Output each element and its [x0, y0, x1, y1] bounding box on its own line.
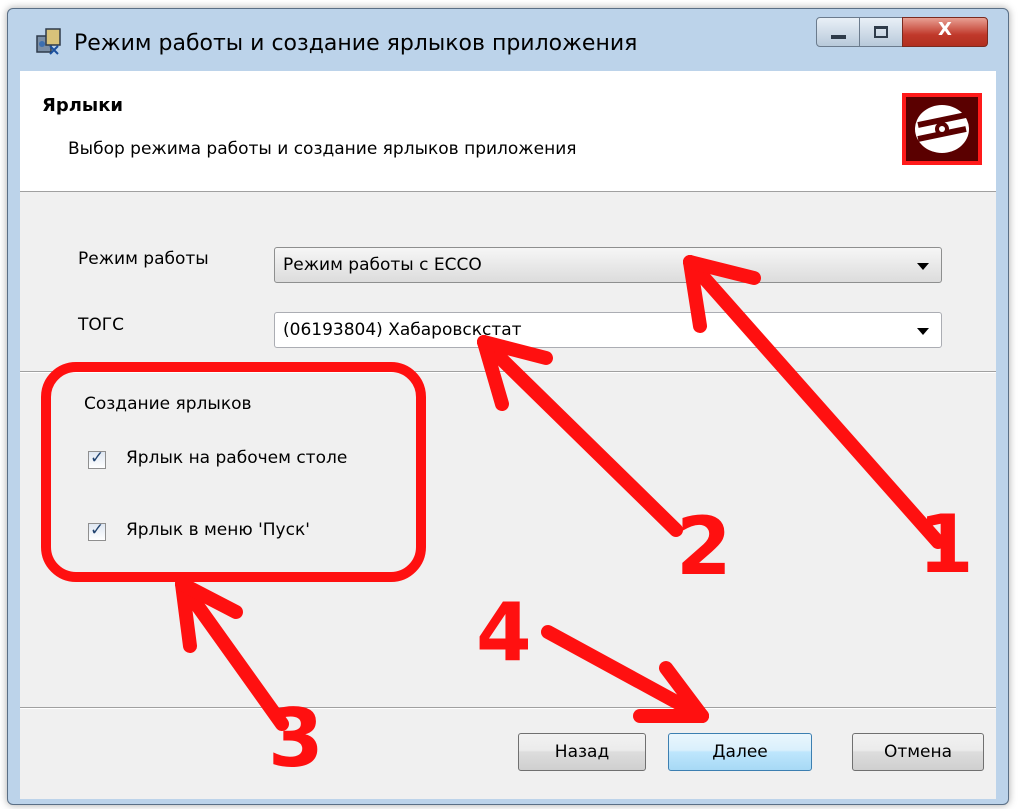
- desktop-shortcut-checkbox[interactable]: ✓: [88, 448, 106, 469]
- minimize-icon: [831, 35, 846, 39]
- shortcuts-group-label: Создание ярлыков: [84, 394, 252, 414]
- back-button[interactable]: Назад: [518, 733, 646, 771]
- cancel-button[interactable]: Отмена: [852, 733, 984, 771]
- chevron-down-icon[interactable]: [917, 263, 929, 270]
- window-title: Режим работы и создание ярлыков приложен…: [74, 31, 638, 56]
- desktop-shortcut-label[interactable]: Ярлык на рабочем столе: [126, 448, 347, 468]
- checkmark-icon: ✓: [90, 520, 105, 540]
- chevron-down-icon[interactable]: [917, 328, 929, 335]
- footer-divider: [20, 707, 996, 709]
- start-menu-shortcut-checkbox[interactable]: ✓: [88, 520, 106, 541]
- togs-label: ТОГС: [78, 315, 125, 335]
- togs-combobox-value[interactable]: (06193804) Хабаровскстат: [283, 320, 522, 340]
- start-menu-shortcut-label[interactable]: Ярлык в меню 'Пуск': [126, 520, 310, 540]
- close-icon: X: [938, 19, 952, 40]
- checkmark-icon: ✓: [90, 448, 105, 468]
- header-banner: Ярлыки Выбор режима работы и создание яр…: [20, 71, 996, 192]
- next-button[interactable]: Далее: [668, 733, 812, 771]
- togs-combobox[interactable]: (06193804) Хабаровскстат: [274, 312, 942, 348]
- mode-label: Режим работы: [78, 249, 209, 269]
- section-divider: [20, 371, 996, 373]
- maximize-icon: [874, 26, 888, 38]
- installer-icon: [36, 28, 61, 55]
- disc-icon: [902, 93, 982, 165]
- close-button[interactable]: X: [902, 17, 988, 47]
- title-bar[interactable]: Режим работы и создание ярлыков приложен…: [8, 9, 1008, 71]
- mode-dropdown-value: Режим работы с ЕССО: [283, 255, 482, 275]
- banner-title: Ярлыки: [42, 95, 124, 116]
- dialog-body: Ярлыки Выбор режима работы и создание яр…: [20, 71, 996, 799]
- installer-window: Режим работы и создание ярлыков приложен…: [7, 8, 1009, 805]
- maximize-button[interactable]: [859, 17, 903, 47]
- banner-subtitle: Выбор режима работы и создание ярлыков п…: [68, 139, 577, 159]
- minimize-button[interactable]: [816, 17, 860, 47]
- mode-dropdown[interactable]: Режим работы с ЕССО: [274, 247, 942, 283]
- disc-logo-graphic: [915, 105, 969, 153]
